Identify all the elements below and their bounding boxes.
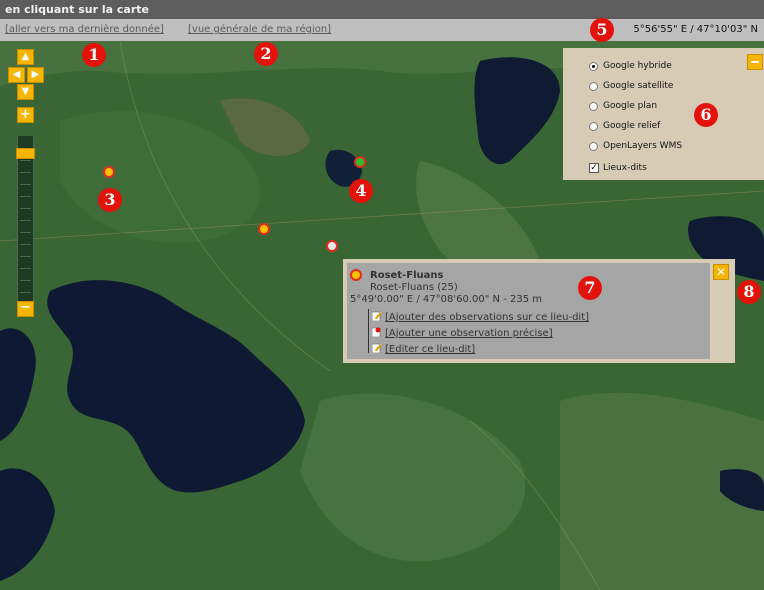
minimize-layers-button[interactable] [747, 54, 763, 70]
annotation-badge: 2 [254, 42, 278, 66]
annotation-badge: 6 [694, 103, 718, 127]
annotation-badge: 5 [590, 18, 614, 42]
radio-button[interactable] [589, 142, 598, 151]
map-marker[interactable] [326, 240, 338, 252]
zoom-out-button[interactable]: − [17, 301, 34, 317]
add-precise-observation-link[interactable]: [Ajouter une observation précise] [372, 327, 553, 339]
pan-left-button[interactable]: ◀ [8, 67, 25, 83]
pan-up-button[interactable]: ▲ [17, 49, 34, 65]
map-marker[interactable] [258, 223, 270, 235]
zoom-slider[interactable] [17, 136, 34, 301]
radio-button[interactable] [589, 102, 598, 111]
edit-icon [372, 343, 382, 353]
popup-content: Roset-Fluans Roset-Fluans (25) 5°49'0.00… [347, 263, 710, 359]
place-popup: Roset-Fluans Roset-Fluans (25) 5°49'0.00… [343, 259, 735, 363]
popup-coordinates: 5°49'0.00" E / 47°08'60.00" N - 235 m [350, 294, 542, 305]
pan-down-button[interactable]: ▼ [17, 84, 34, 100]
checkbox[interactable]: ✓ [589, 163, 599, 173]
annotation-badge: 8 [737, 280, 761, 304]
annotation-badge: 3 [98, 188, 122, 212]
annotation-badge: 7 [578, 276, 602, 300]
radio-button[interactable] [589, 122, 598, 131]
region-overview-link[interactable]: [vue générale de ma région] [188, 24, 331, 35]
cursor-coordinates: 5°56'55" E / 47°10'03" N [633, 24, 758, 35]
edit-place-link[interactable]: [Editer ce lieu-dit] [372, 343, 475, 355]
map-marker[interactable] [354, 156, 366, 168]
popup-title: Roset-Fluans [370, 270, 444, 281]
last-data-link[interactable]: [aller vers ma dernière donnée] [5, 24, 164, 35]
edit-icon [372, 311, 382, 321]
layer-switcher: Google hybride Google satellite Google p… [563, 48, 764, 180]
zoom-in-button[interactable]: + [17, 107, 34, 123]
pan-right-button[interactable]: ▶ [27, 67, 44, 83]
zoom-slider-handle[interactable] [16, 148, 35, 159]
pin-icon [372, 327, 381, 337]
window-title: en cliquant sur la carte [0, 0, 764, 19]
popup-marker-icon [350, 269, 362, 281]
close-popup-button[interactable]: ✕ [713, 264, 729, 280]
radio-button[interactable] [589, 82, 598, 91]
annotation-badge: 1 [82, 43, 106, 67]
link-bar: [aller vers ma dernière donnée] [vue gén… [0, 19, 764, 41]
radio-button[interactable] [589, 62, 598, 71]
add-observations-link[interactable]: [Ajouter des observations sur ce lieu-di… [372, 311, 589, 323]
popup-subtitle: Roset-Fluans (25) [370, 282, 458, 293]
annotation-badge: 4 [349, 179, 373, 203]
map-marker[interactable] [103, 166, 115, 178]
